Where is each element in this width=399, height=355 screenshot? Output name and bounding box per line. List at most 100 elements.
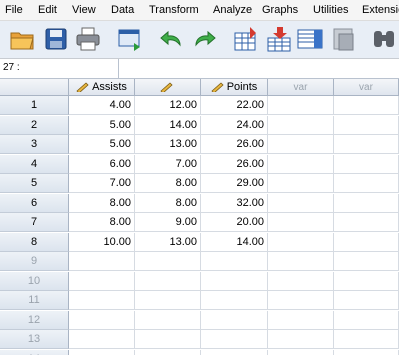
data-cell[interactable]: [268, 193, 334, 213]
data-cell[interactable]: [334, 232, 399, 252]
data-cell[interactable]: [69, 271, 135, 291]
data-cell[interactable]: [334, 115, 399, 135]
data-cell[interactable]: [268, 154, 334, 174]
data-cell[interactable]: 5.00: [69, 135, 135, 154]
data-cell[interactable]: [334, 96, 399, 115]
find-icon[interactable]: [370, 25, 398, 53]
data-cell[interactable]: [334, 349, 399, 355]
row-header[interactable]: 13: [0, 330, 69, 349]
row-header[interactable]: 11: [0, 291, 69, 310]
menu-view[interactable]: View: [72, 4, 96, 16]
data-cell[interactable]: 26.00: [201, 135, 268, 154]
data-cell[interactable]: [135, 252, 201, 271]
row-header[interactable]: 2: [0, 115, 69, 135]
data-cell[interactable]: 13.00: [135, 135, 201, 154]
data-cell[interactable]: [334, 310, 399, 330]
row-header[interactable]: 6: [0, 193, 69, 213]
redo-icon[interactable]: [190, 25, 218, 53]
split-file-icon[interactable]: [330, 25, 358, 53]
data-cell[interactable]: 7.00: [69, 174, 135, 193]
data-cell[interactable]: [201, 330, 268, 349]
data-cell[interactable]: [268, 213, 334, 232]
grid-corner[interactable]: [0, 79, 69, 96]
data-cell[interactable]: [268, 330, 334, 349]
row-header[interactable]: 14: [0, 349, 69, 355]
data-cell[interactable]: 6.00: [69, 154, 135, 174]
data-cell[interactable]: [334, 330, 399, 349]
data-cell[interactable]: [268, 252, 334, 271]
data-cell[interactable]: 26.00: [201, 154, 268, 174]
data-cell[interactable]: [69, 349, 135, 355]
row-header[interactable]: 3: [0, 135, 69, 154]
menu-data[interactable]: Data: [111, 4, 134, 16]
column-header-points[interactable]: Points: [201, 79, 268, 96]
save-icon[interactable]: [42, 25, 70, 53]
row-header[interactable]: 10: [0, 271, 69, 291]
menu-utilities[interactable]: Utilities: [313, 4, 348, 16]
row-header[interactable]: 8: [0, 232, 69, 252]
data-cell[interactable]: 13.00: [135, 232, 201, 252]
data-cell[interactable]: [69, 330, 135, 349]
row-header[interactable]: 9: [0, 252, 69, 271]
data-cell[interactable]: 24.00: [201, 115, 268, 135]
data-cell[interactable]: 5.00: [69, 115, 135, 135]
data-cell[interactable]: 4.00: [69, 96, 135, 115]
column-header-var[interactable]: var: [268, 79, 334, 96]
goto-variable-icon[interactable]: [266, 25, 294, 53]
data-cell[interactable]: 12.00: [135, 96, 201, 115]
menu-transform[interactable]: Transform: [149, 4, 199, 16]
row-header[interactable]: 1: [0, 96, 69, 115]
data-cell[interactable]: [334, 213, 399, 232]
column-header-assists[interactable]: Assists: [69, 79, 135, 96]
data-cell[interactable]: 20.00: [201, 213, 268, 232]
data-cell[interactable]: [268, 115, 334, 135]
data-cell[interactable]: [135, 291, 201, 310]
data-cell[interactable]: [201, 291, 268, 310]
menu-analyze[interactable]: Analyze: [213, 4, 252, 16]
data-cell[interactable]: [135, 310, 201, 330]
data-cell[interactable]: 22.00: [201, 96, 268, 115]
data-cell[interactable]: 8.00: [135, 193, 201, 213]
data-cell[interactable]: [69, 310, 135, 330]
undo-icon[interactable]: [158, 25, 186, 53]
data-cell[interactable]: [334, 291, 399, 310]
data-cell[interactable]: 7.00: [135, 154, 201, 174]
data-cell[interactable]: 10.00: [69, 232, 135, 252]
row-header[interactable]: 4: [0, 154, 69, 174]
data-cell[interactable]: [268, 174, 334, 193]
column-header-rebounds[interactable]: Rebounds: [135, 79, 201, 110]
data-cell[interactable]: [201, 271, 268, 291]
open-icon[interactable]: [8, 25, 36, 53]
data-cell[interactable]: 14.00: [201, 232, 268, 252]
menu-file[interactable]: File: [5, 4, 23, 16]
data-cell[interactable]: 8.00: [135, 174, 201, 193]
data-cell[interactable]: [334, 174, 399, 193]
variables-icon[interactable]: [296, 25, 324, 53]
menu-edit[interactable]: Edit: [38, 4, 57, 16]
data-cell[interactable]: [268, 349, 334, 355]
data-cell[interactable]: [268, 310, 334, 330]
data-cell[interactable]: 8.00: [69, 213, 135, 232]
row-header[interactable]: 5: [0, 174, 69, 193]
data-cell[interactable]: [268, 135, 334, 154]
data-cell[interactable]: [268, 232, 334, 252]
menu-graphs[interactable]: Graphs: [262, 4, 298, 16]
data-cell[interactable]: [334, 271, 399, 291]
data-cell[interactable]: 32.00: [201, 193, 268, 213]
data-cell[interactable]: [334, 154, 399, 174]
data-cell[interactable]: [268, 291, 334, 310]
data-cell[interactable]: [334, 135, 399, 154]
data-cell[interactable]: [201, 310, 268, 330]
data-cell[interactable]: [135, 271, 201, 291]
data-cell[interactable]: 9.00: [135, 213, 201, 232]
row-header[interactable]: 7: [0, 213, 69, 232]
data-cell[interactable]: [135, 330, 201, 349]
data-cell[interactable]: [201, 349, 268, 355]
menu-extensio[interactable]: Extensio: [362, 4, 399, 16]
data-cell[interactable]: [69, 291, 135, 310]
data-cell[interactable]: [69, 252, 135, 271]
dialog-recall-icon[interactable]: [116, 25, 144, 53]
goto-case-icon[interactable]: [232, 25, 260, 53]
print-icon[interactable]: [74, 25, 102, 53]
data-cell[interactable]: 14.00: [135, 115, 201, 135]
